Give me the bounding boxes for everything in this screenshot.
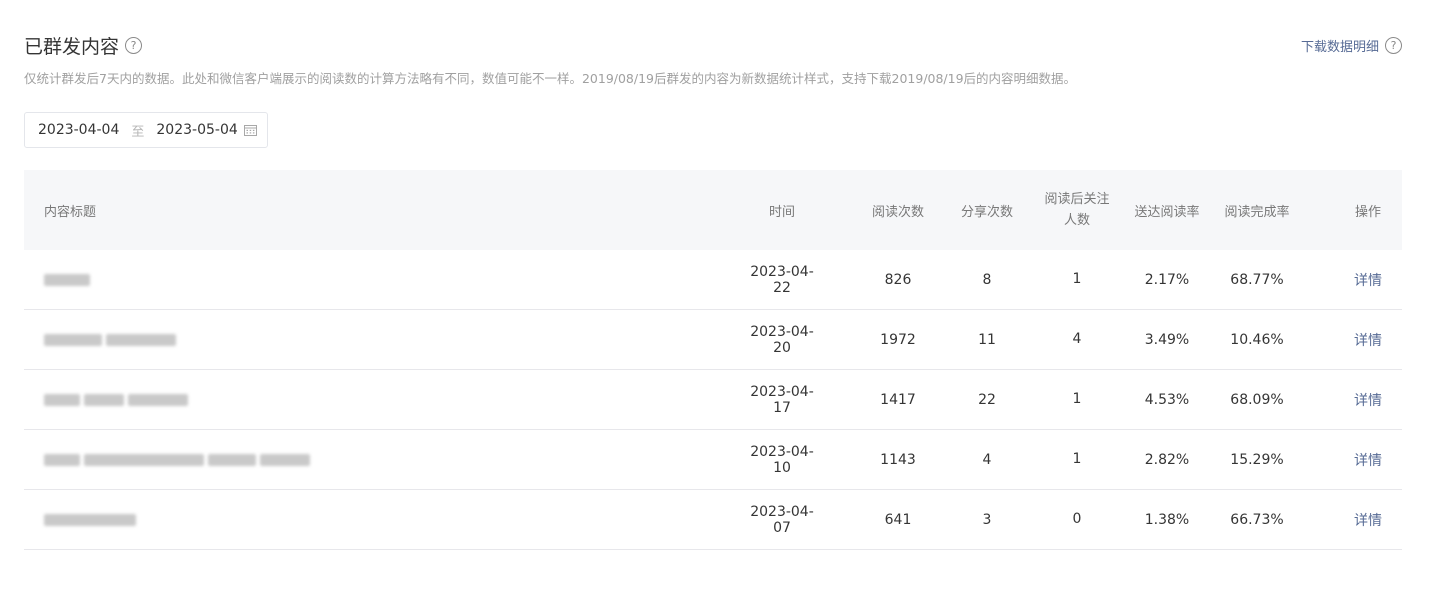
col-follows: 阅读后关注 人数 bbox=[1037, 170, 1117, 250]
table-row: 2023-04-22 826 8 1 2.17% 68.77% 详情 bbox=[24, 250, 1402, 310]
col-shares: 分享次数 bbox=[960, 204, 1013, 220]
detail-link[interactable]: 详情 bbox=[1348, 250, 1388, 309]
download-details-link[interactable]: 下载数据明细 ? bbox=[1301, 36, 1402, 55]
row-delivery-rate: 2.82% bbox=[1144, 451, 1190, 468]
table-row: 2023-04-10 1143 4 1 2.82% 15.29% 详情 bbox=[24, 430, 1402, 490]
row-shares: 8 bbox=[982, 271, 992, 288]
content-title-redacted[interactable] bbox=[44, 370, 192, 429]
col-follows-line2: 人数 bbox=[1063, 213, 1090, 228]
page-title-text: 已群发内容 bbox=[24, 36, 120, 58]
table-header: 内容标题 时间 阅读次数 分享次数 阅读后关注 人数 送达阅读率 阅读完成率 操… bbox=[24, 170, 1402, 250]
row-delivery-rate: 4.53% bbox=[1144, 391, 1190, 408]
row-time: 2023-04-17 bbox=[750, 383, 814, 416]
row-shares: 22 bbox=[978, 391, 996, 408]
row-follows: 1 bbox=[1072, 451, 1082, 467]
row-shares: 3 bbox=[982, 511, 992, 528]
content-title-redacted[interactable] bbox=[44, 430, 314, 489]
download-details-label[interactable]: 下载数据明细 bbox=[1301, 36, 1379, 55]
start-date[interactable]: 2023-04-04 bbox=[38, 122, 119, 138]
row-follows: 0 bbox=[1072, 511, 1082, 527]
row-follows: 1 bbox=[1072, 391, 1082, 407]
col-operation: 操作 bbox=[1354, 204, 1381, 220]
row-shares: 11 bbox=[978, 331, 996, 348]
description-text: 仅统计群发后7天内的数据。此处和微信客户端展示的阅读数的计算方法略有不同，数值可… bbox=[24, 71, 1077, 86]
row-completion-rate: 66.73% bbox=[1230, 511, 1284, 528]
table-row: 2023-04-07 641 3 0 1.38% 66.73% 详情 bbox=[24, 490, 1402, 550]
row-shares: 4 bbox=[982, 451, 992, 468]
sent-content-table: 内容标题 时间 阅读次数 分享次数 阅读后关注 人数 送达阅读率 阅读完成率 操… bbox=[24, 170, 1402, 550]
col-title: 内容标题 bbox=[44, 204, 97, 220]
detail-link[interactable]: 详情 bbox=[1348, 310, 1388, 369]
col-completion-rate: 阅读完成率 bbox=[1224, 204, 1290, 220]
row-follows: 4 bbox=[1072, 331, 1082, 347]
calendar-icon[interactable] bbox=[244, 125, 257, 136]
row-follows: 1 bbox=[1072, 271, 1082, 287]
row-reads: 826 bbox=[884, 271, 912, 288]
row-reads: 1143 bbox=[880, 451, 916, 468]
table-row: 2023-04-17 1417 22 1 4.53% 68.09% 详情 bbox=[24, 370, 1402, 430]
date-separator: 至 bbox=[131, 124, 145, 140]
row-delivery-rate: 1.38% bbox=[1144, 511, 1190, 528]
row-time: 2023-04-20 bbox=[750, 323, 814, 356]
col-delivery-rate: 送达阅读率 bbox=[1134, 204, 1200, 220]
row-reads: 1972 bbox=[880, 331, 916, 348]
end-date[interactable]: 2023-05-04 bbox=[156, 122, 237, 138]
detail-link[interactable]: 详情 bbox=[1348, 430, 1388, 489]
help-icon[interactable]: ? bbox=[125, 37, 143, 54]
row-delivery-rate: 2.17% bbox=[1144, 271, 1190, 288]
content-title-redacted[interactable] bbox=[44, 250, 94, 309]
row-reads: 1417 bbox=[880, 391, 916, 408]
col-reads: 阅读次数 bbox=[871, 204, 924, 220]
row-delivery-rate: 3.49% bbox=[1144, 331, 1190, 348]
row-completion-rate: 10.46% bbox=[1230, 331, 1284, 348]
content-title-redacted[interactable] bbox=[44, 310, 180, 369]
detail-link[interactable]: 详情 bbox=[1348, 370, 1388, 429]
page-title: 已群发内容 ? bbox=[24, 32, 143, 59]
row-completion-rate: 68.09% bbox=[1230, 391, 1284, 408]
content-title-redacted[interactable] bbox=[44, 490, 140, 549]
help-icon[interactable]: ? bbox=[1385, 37, 1402, 54]
row-completion-rate: 15.29% bbox=[1230, 451, 1284, 468]
row-time: 2023-04-07 bbox=[750, 503, 814, 536]
row-time: 2023-04-22 bbox=[750, 263, 814, 296]
col-follows-line1: 阅读后关注 bbox=[1044, 192, 1110, 207]
detail-link[interactable]: 详情 bbox=[1348, 490, 1388, 549]
date-range-picker[interactable]: 2023-04-04 至 2023-05-04 bbox=[24, 112, 268, 148]
col-time: 时间 bbox=[768, 204, 795, 220]
row-reads: 641 bbox=[884, 511, 912, 528]
row-time: 2023-04-10 bbox=[750, 443, 814, 476]
row-completion-rate: 68.77% bbox=[1230, 271, 1284, 288]
table-row: 2023-04-20 1972 11 4 3.49% 10.46% 详情 bbox=[24, 310, 1402, 370]
